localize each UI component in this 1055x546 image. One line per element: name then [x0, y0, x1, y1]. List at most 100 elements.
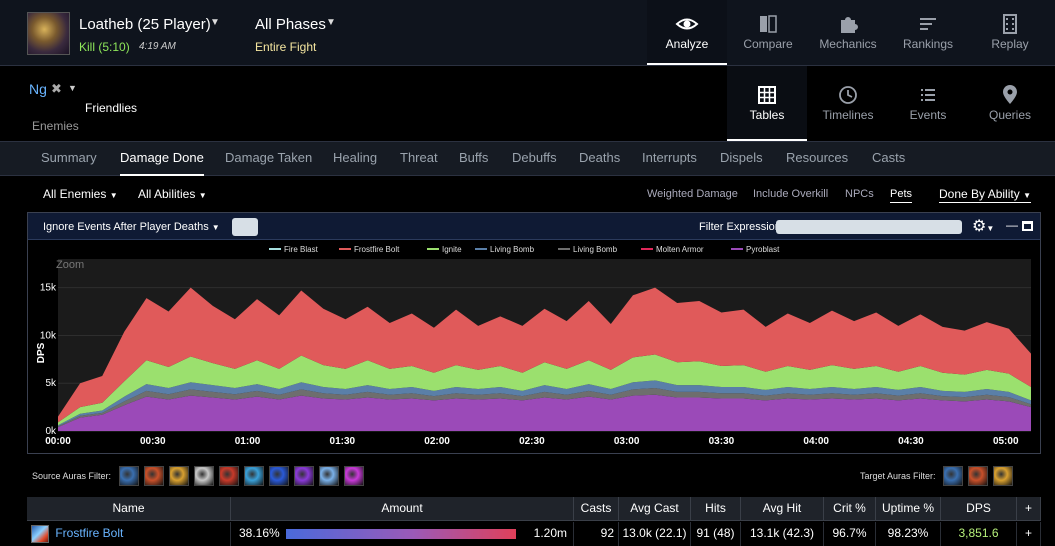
row-amount: 1.20m [533, 526, 567, 540]
include-overkill-toggle[interactable]: Include Overkill [753, 188, 828, 200]
tab-interrupts[interactable]: Interrupts [642, 142, 697, 176]
y-axis-label: DPS [36, 342, 47, 363]
arcane-icon[interactable] [294, 466, 314, 486]
row-avg-cast: 13.0k (22.1) [619, 522, 691, 546]
zoom-label[interactable]: Zoom [56, 259, 84, 271]
chevron-down-icon[interactable]: ▼ [326, 17, 336, 28]
flame-icon[interactable] [219, 466, 239, 486]
row-name-link[interactable]: Frostfire Bolt [55, 526, 123, 540]
nav-label: Replay [991, 37, 1029, 51]
damage-chart[interactable]: 0k5k10k15kZoomDPS00:00 00:30 01:00 01:30 02:… [28, 241, 1040, 453]
selection-band: Ng ✖ ▼ Friendlies Enemies Tables Timelin… [0, 66, 1055, 142]
tab-damage-taken[interactable]: Damage Taken [225, 142, 312, 176]
legend-entry[interactable]: Fire Blast [284, 245, 319, 254]
view-timelines[interactable]: Timelines [808, 66, 888, 141]
player-selector[interactable]: Ng [29, 81, 47, 97]
tab-damage-done[interactable]: Damage Done [120, 142, 204, 176]
x-tick-label: 05:00 [993, 436, 1019, 447]
report-tabs: Summary Damage Done Damage Taken Healing… [0, 142, 1055, 176]
frostfire-bolt-icon [31, 524, 49, 543]
enemies-filter-label: All Enemies [43, 187, 107, 201]
weighted-damage-toggle[interactable]: Weighted Damage [647, 188, 738, 200]
nav-replay[interactable]: Replay [970, 0, 1050, 65]
fire-icon[interactable] [144, 466, 164, 486]
tab-casts[interactable]: Casts [872, 142, 905, 176]
series-area[interactable] [58, 394, 1031, 431]
legend-entry[interactable]: Living Bomb [573, 245, 618, 254]
kill-time: 4:19 AM [139, 41, 176, 52]
frostfire-icon[interactable] [943, 466, 963, 486]
feather-icon[interactable] [194, 466, 214, 486]
y-tick-label: 5k [45, 378, 57, 389]
abilities-filter[interactable]: All Abilities ▼ [138, 187, 207, 201]
x-tick-label: 00:30 [140, 436, 166, 447]
filter-row: All Enemies ▼ All Abilities ▼ Weighted D… [0, 177, 1055, 210]
phase-selector[interactable]: All Phases [255, 16, 326, 33]
row-crit: 96.7% [824, 522, 876, 546]
y-tick-label: 15k [40, 283, 57, 294]
row-hits: 91 (48) [691, 522, 741, 546]
ignore-events-toggle[interactable] [232, 218, 258, 236]
x-tick-label: 01:30 [330, 436, 356, 447]
tab-threat[interactable]: Threat [400, 142, 438, 176]
enemies-filter[interactable]: All Enemies ▼ [43, 187, 118, 201]
filter-expression-input[interactable] [776, 220, 962, 234]
maximize-icon[interactable] [1022, 221, 1033, 231]
legend-entry[interactable]: Frostfire Bolt [354, 245, 400, 254]
legend-entry[interactable]: Ignite [442, 245, 462, 254]
nav-mechanics[interactable]: Mechanics [808, 0, 888, 65]
boss-portrait[interactable] [27, 12, 70, 55]
view-events[interactable]: Events [888, 66, 968, 141]
map-pin-icon [1003, 85, 1017, 104]
tab-healing[interactable]: Healing [333, 142, 377, 176]
shatter-icon[interactable] [119, 466, 139, 486]
nav-analyze[interactable]: Analyze [647, 0, 727, 65]
legend-entry[interactable]: Pyroblast [746, 245, 780, 254]
legend-entry[interactable]: Living Bomb [490, 245, 535, 254]
chevron-down-icon: ▼ [198, 191, 207, 200]
tab-dispels[interactable]: Dispels [720, 142, 763, 176]
nav-rankings[interactable]: Rankings [888, 0, 968, 65]
row-amount-cell: 38.16% 1.20m [231, 522, 574, 546]
enemies-label[interactable]: Enemies [32, 119, 79, 133]
fire-icon[interactable] [968, 466, 988, 486]
npcs-toggle[interactable]: NPCs [845, 188, 874, 200]
row-name-cell[interactable]: Frostfire Bolt [27, 522, 231, 546]
chart-panel: Ignore Events After Player Deaths ▼ Filt… [27, 212, 1041, 454]
pets-toggle[interactable]: Pets [890, 188, 913, 203]
friendlies-label[interactable]: Friendlies [85, 101, 137, 115]
row-uptime: 98.23% [876, 522, 941, 546]
tab-buffs[interactable]: Buffs [459, 142, 488, 176]
chart-toolbar: Ignore Events After Player Deaths ▼ Filt… [28, 213, 1040, 240]
gear-icon[interactable]: ⚙▼ [972, 216, 994, 236]
tab-summary[interactable]: Summary [41, 142, 97, 176]
done-by-selector[interactable]: Done By Ability ▼ [939, 187, 1031, 203]
minimize-icon[interactable]: — [1006, 218, 1018, 232]
table-row[interactable]: Frostfire Bolt 38.16% 1.20m 92 13.0k (22… [27, 497, 1041, 546]
ignore-events-dropdown[interactable]: Ignore Events After Player Deaths ▼ [43, 221, 220, 233]
tab-debuffs[interactable]: Debuffs [512, 142, 557, 176]
whirl-icon[interactable] [319, 466, 339, 486]
frost-icon[interactable] [244, 466, 264, 486]
chevron-down-icon[interactable]: ▼ [68, 83, 77, 93]
row-percent: 38.16% [239, 526, 280, 540]
boss-name[interactable]: Loatheb (25 Player) [79, 16, 211, 33]
nav-compare[interactable]: Compare [728, 0, 808, 65]
view-tables[interactable]: Tables [727, 66, 807, 141]
row-expand-button[interactable]: + [1017, 522, 1041, 546]
orb-icon[interactable] [169, 466, 189, 486]
rune-icon[interactable] [269, 466, 289, 486]
view-label: Queries [988, 108, 1032, 122]
legend-entry[interactable]: Molten Armor [656, 245, 704, 254]
chevron-down-icon: ▼ [211, 223, 220, 232]
tab-deaths[interactable]: Deaths [579, 142, 620, 176]
chevron-down-icon[interactable]: ▼ [210, 17, 220, 28]
table-icon [758, 86, 776, 104]
view-label: Tables [749, 108, 785, 122]
demon-icon[interactable] [344, 466, 364, 486]
view-queries[interactable]: Queries [970, 66, 1050, 141]
tab-resources[interactable]: Resources [786, 142, 848, 176]
sunfire-icon[interactable] [993, 466, 1013, 486]
close-icon[interactable]: ✖ [51, 81, 62, 97]
x-tick-label: 02:30 [519, 436, 545, 447]
